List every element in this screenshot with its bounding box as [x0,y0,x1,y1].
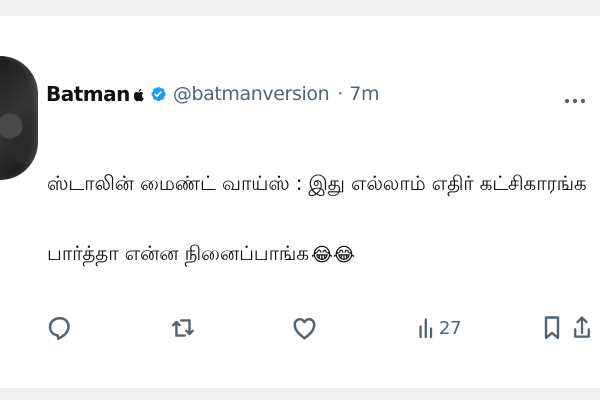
share-button[interactable] [572,308,592,348]
share-icon [574,316,590,338]
verified-icon [151,86,166,102]
meta-separator: · [337,83,344,105]
views-icon [419,318,433,339]
author-display-name[interactable]: Batman [46,82,130,106]
bookmark-button[interactable] [542,308,562,348]
tweet-text-line-2-words: பார்த்தா என்ன நினைப்பாங்க [47,241,309,265]
bookmark-icon [544,316,560,340]
tweet-text-line-2: பார்த்தா என்ன நினைப்பாங்க 😂😂 [47,218,557,290]
avatar[interactable] [0,56,38,180]
tweet-time[interactable]: 7m [349,83,379,105]
like-button[interactable] [292,308,317,348]
tweet-card: Batman @batmanversion · 7m ஸ்டாலின் மைண்… [0,16,600,388]
tweet-screenshot: Batman @batmanversion · 7m ஸ்டாலின் மைண்… [0,0,600,400]
author-handle[interactable]: @batmanversion [173,83,330,105]
top-frame-band [0,0,600,16]
tweet-header: Batman @batmanversion · 7m [46,74,380,114]
bottom-frame-band [0,388,600,400]
tweet-actions: 27 [0,308,600,348]
retweet-icon [172,319,194,337]
laughing-emoji-pair: 😂😂 [310,244,355,266]
reply-icon [48,316,70,340]
like-icon [293,317,316,340]
reply-button[interactable] [48,308,72,348]
views-button[interactable]: 27 [418,308,468,348]
more-icon[interactable] [563,95,587,107]
tweet-text: ஸ்டாலின் மைண்ட் வாய்ஸ் : இது எல்லாம் எதி… [47,148,587,290]
tweet-text-line-1: ஸ்டாலின் மைண்ட் வாய்ஸ் : இது எல்லாம் எதி… [47,171,587,195]
views-count: 27 [439,317,462,339]
apple-icon [133,88,144,102]
retweet-button[interactable] [168,308,198,348]
